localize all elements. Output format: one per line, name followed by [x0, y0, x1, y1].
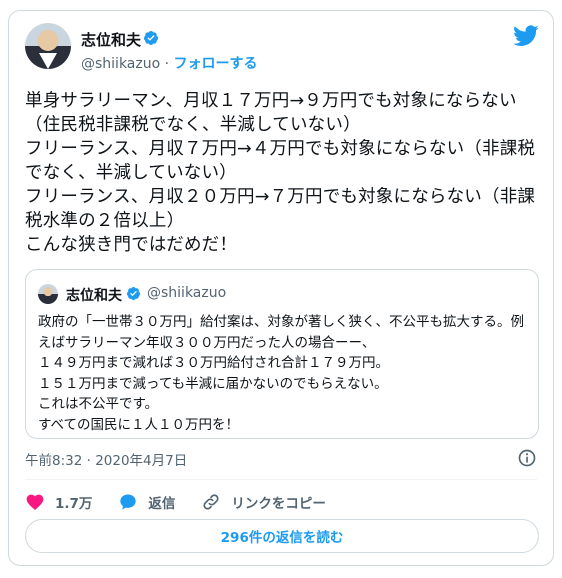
twitter-bird-icon[interactable]	[513, 25, 539, 47]
author-handle[interactable]: @shiikazuo	[81, 56, 160, 72]
follow-button[interactable]: フォローする	[174, 56, 258, 72]
verified-badge-icon	[126, 286, 141, 301]
author-name[interactable]: 志位和夫	[81, 29, 141, 50]
like-button[interactable]: 1.7万	[25, 492, 92, 512]
action-bar: 1.7万 返信 リンクをコピー	[25, 489, 352, 515]
timestamp[interactable]: 午前8:32 · 2020年4月7日	[25, 449, 187, 469]
quoted-author-name: 志位和夫	[66, 288, 122, 304]
quoted-avatar	[38, 284, 58, 304]
separator: ·	[164, 56, 170, 72]
heart-icon	[26, 494, 44, 510]
reply-bubble-icon	[120, 494, 137, 510]
divider	[25, 479, 537, 480]
like-count: 1.7万	[55, 496, 93, 512]
quoted-tweet[interactable]: 志位和夫 @shiikazuo 政府の「一世帯３０万円」給付案は、対象が著しく狭…	[25, 269, 539, 439]
tweet-text: 単身サラリーマン、月収１７万円→９万円でも対象にならない（住民税非課税でなく、半…	[25, 91, 536, 255]
info-icon[interactable]	[517, 448, 537, 468]
copy-link-button[interactable]: リンクをコピー	[201, 492, 326, 512]
reply-button[interactable]: 返信	[118, 492, 175, 512]
avatar[interactable]	[25, 23, 71, 69]
author-handle-row: @shiikazuo · フォローする	[81, 53, 258, 73]
reply-label: 返信	[148, 496, 176, 512]
quoted-tweet-text: 政府の「一世帯３０万円」給付案は、対象が著しく狭く、不公平も拡大する。例えばサラ…	[38, 314, 524, 433]
verified-badge-icon	[143, 31, 158, 45]
read-replies-button[interactable]: 296件の返信を読む	[25, 519, 539, 553]
link-icon	[203, 494, 219, 510]
copy-link-label: リンクをコピー	[231, 496, 326, 512]
tweet-card: 志位和夫 @shiikazuo · フォローする 単身サラリーマン、月収１７万円…	[8, 10, 554, 566]
quoted-author-handle: @shiikazuo	[147, 285, 227, 301]
